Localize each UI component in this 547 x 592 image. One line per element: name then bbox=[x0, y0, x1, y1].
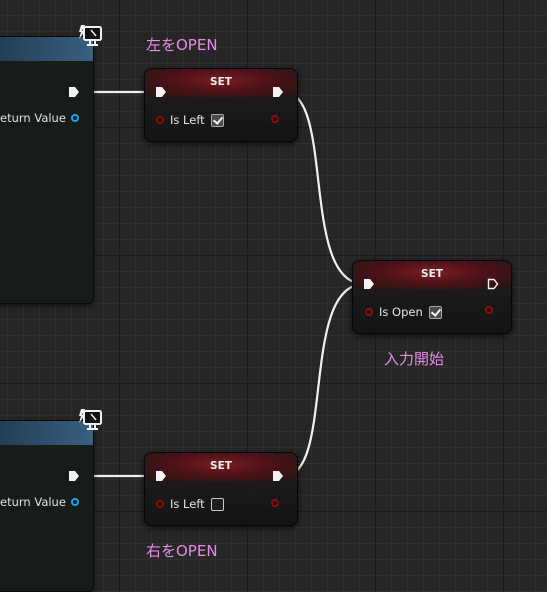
is-left-input-row: Is Left bbox=[156, 497, 224, 511]
exec-arrow-icon bbox=[69, 87, 79, 97]
comment-left-open: 左をOPEN bbox=[146, 36, 218, 54]
return-value-label: eturn Value bbox=[0, 495, 66, 509]
comment-input-start: 入力開始 bbox=[384, 350, 445, 368]
is-open-input-row: Is Open bbox=[365, 305, 442, 319]
exec-out-pin-top[interactable] bbox=[68, 86, 80, 98]
bool-out-pin-icon[interactable] bbox=[271, 115, 279, 123]
var-label: Is Open bbox=[379, 305, 423, 319]
exec-in-icon[interactable] bbox=[155, 86, 167, 98]
function-node-top[interactable] bbox=[0, 36, 94, 304]
is-left-checkbox[interactable] bbox=[210, 497, 224, 511]
is-left-checkbox[interactable] bbox=[210, 113, 224, 127]
is-left-input-row: Is Left bbox=[156, 113, 224, 127]
circle-pin-icon[interactable] bbox=[156, 500, 164, 508]
exec-in-icon[interactable] bbox=[363, 278, 375, 290]
exec-arrow-icon bbox=[69, 471, 79, 481]
set-node-is-left-false[interactable]: SET bbox=[144, 452, 298, 526]
monitor-lightning-icon bbox=[79, 25, 102, 46]
bool-out-pin-icon[interactable] bbox=[485, 306, 493, 314]
return-value-pin-bottom[interactable]: eturn Value bbox=[0, 495, 79, 509]
exec-out-icon[interactable] bbox=[487, 278, 499, 290]
exec-in-icon[interactable] bbox=[155, 470, 167, 482]
is-open-checkbox[interactable] bbox=[428, 305, 442, 319]
var-label: Is Left bbox=[170, 113, 205, 127]
return-value-label: eturn Value bbox=[0, 111, 66, 125]
circle-pin-icon bbox=[70, 114, 79, 122]
comment-right-open: 右をOPEN bbox=[146, 542, 218, 560]
circle-pin-icon[interactable] bbox=[156, 116, 164, 124]
var-label: Is Left bbox=[170, 497, 205, 511]
exec-out-icon[interactable] bbox=[272, 86, 284, 98]
return-value-pin-top[interactable]: eturn Value bbox=[0, 111, 79, 125]
set-node-is-open[interactable]: SET bbox=[352, 260, 512, 334]
set-node-is-left-true[interactable]: SET bbox=[144, 68, 298, 142]
exec-out-pin-bottom[interactable] bbox=[68, 470, 80, 482]
monitor-lightning-icon bbox=[79, 409, 102, 430]
circle-pin-icon bbox=[70, 498, 79, 506]
bool-out-pin-icon[interactable] bbox=[271, 499, 279, 507]
circle-pin-icon[interactable] bbox=[365, 308, 373, 316]
exec-out-icon[interactable] bbox=[272, 470, 284, 482]
